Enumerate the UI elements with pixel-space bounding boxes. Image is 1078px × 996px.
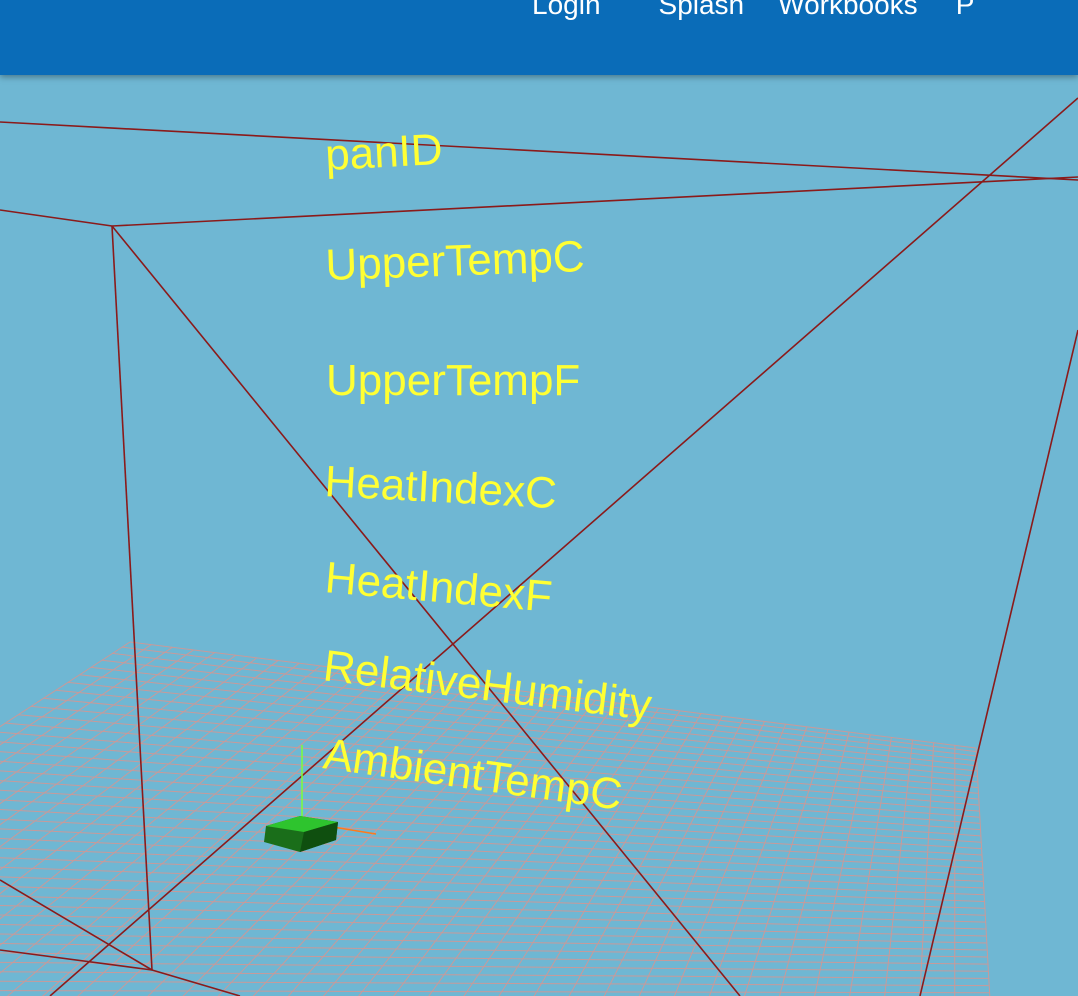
wire-edge: [0, 121, 1078, 181]
grid-line: [919, 742, 935, 996]
nav-menu: Login Splash Workbooks P: [532, 0, 974, 22]
grid-line: [884, 739, 914, 996]
wire-edge: [111, 176, 1078, 227]
top-navbar: Login Splash Workbooks P: [0, 0, 1078, 75]
grid-line: [814, 734, 871, 996]
device-object[interactable]: [264, 816, 338, 852]
sensor-label: HeatIndexC: [323, 457, 558, 518]
sensor-label: panID: [324, 125, 444, 180]
sensor-label: AmbientTempC: [321, 729, 626, 819]
wire-edge: [111, 225, 741, 996]
grid-line: [0, 662, 300, 895]
sensor-label: UpperTempC: [325, 232, 586, 290]
sensor-label: RelativeHumidity: [321, 641, 655, 730]
grid-line: [0, 990, 990, 994]
grid-line: [975, 747, 991, 996]
scene-canvas[interactable]: panID UpperTempC UpperTempF HeatIndexC HeatI…: [0, 75, 1078, 996]
grid-line: [0, 924, 987, 944]
wire-edge: [151, 969, 241, 996]
sensor-label: UpperTempF: [326, 356, 580, 405]
nav-workbooks-link[interactable]: Workbooks: [778, 0, 918, 22]
grid-line: [0, 971, 989, 979]
nav-login-link[interactable]: Login: [532, 0, 601, 22]
wire-edge: [0, 209, 113, 227]
nav-next-link[interactable]: P: [956, 0, 975, 22]
wire-edge: [111, 225, 153, 971]
wire-edge: [919, 329, 1078, 996]
nav-splash-link[interactable]: Splash: [659, 0, 745, 22]
grid-line: [673, 723, 787, 996]
grid-line: [638, 721, 765, 996]
sensor-label: HeatIndexF: [323, 553, 554, 622]
3d-viewport[interactable]: panID UpperTempC UpperTempF HeatIndexC HeatI…: [0, 75, 1078, 996]
grid-line: [0, 980, 990, 987]
grid-line: [0, 809, 983, 863]
